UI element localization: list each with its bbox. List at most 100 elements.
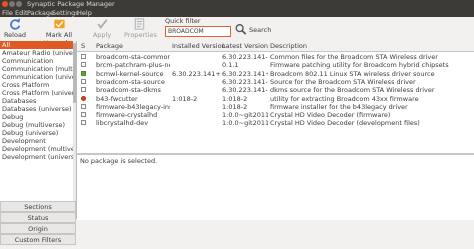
sidebar-item[interactable]: Communication <box>0 57 76 65</box>
latest-version: 1:018-2 <box>222 102 248 111</box>
package-description: Broadcom 802.11 Linux STA wireless drive… <box>270 69 435 78</box>
sections-button[interactable]: Sections <box>0 201 76 212</box>
column-header-installed[interactable]: Installed Version <box>172 41 226 51</box>
status-checkbox[interactable] <box>81 103 86 109</box>
status-checkbox[interactable] <box>81 120 86 126</box>
sidebar-item[interactable]: Development <box>0 137 76 145</box>
quick-filter-input[interactable]: BROADCOM <box>165 26 231 37</box>
package-description: Crystal HD Video Decoder (development fi… <box>270 119 420 128</box>
package-name: b43-fwcutter <box>96 94 138 103</box>
package-name: broadcom-sta-dkms <box>96 86 161 95</box>
table-header: S Package Installed Version Latest Versi… <box>77 41 474 52</box>
status-checkbox[interactable] <box>81 112 86 118</box>
sidebar-item[interactable]: Development (universe) <box>0 153 76 161</box>
status-checkbox[interactable] <box>81 70 86 76</box>
menu-edit[interactable]: Edit <box>15 9 28 17</box>
sidebar-item[interactable]: Debug (multiverse) <box>0 121 76 129</box>
table-row[interactable]: broadcom-sta-common 6.30.223.141-1 Common … <box>77 53 474 61</box>
properties-button[interactable]: Properties <box>124 18 157 39</box>
close-window-button[interactable] <box>2 1 8 7</box>
apply-button[interactable]: Apply <box>92 18 112 39</box>
column-header-description[interactable]: Description <box>270 41 307 51</box>
package-details-pane: No package is selected. <box>77 154 474 220</box>
package-table: S Package Installed Version Latest Versi… <box>77 41 474 153</box>
package-description: Common files for the Broadcom STA Wirele… <box>270 53 438 61</box>
package-description: Source for the Broadcom STA Wireless dri… <box>270 77 416 86</box>
table-row[interactable]: broadcom-sta-source 6.30.223.141-1 Source … <box>77 78 474 86</box>
sidebar-item[interactable]: Databases <box>0 97 76 105</box>
table-row[interactable]: brcm-patchram-plus-nexus7 0.1.1 Firmware p… <box>77 61 474 69</box>
menu-package[interactable]: Package <box>27 9 54 17</box>
status-checkbox[interactable] <box>81 87 86 93</box>
sidebar-item[interactable]: Debug <box>0 113 76 121</box>
mark-all-icon <box>53 19 65 29</box>
table-row[interactable]: b43-fwcutter 1:018-2 1:018-2 utility for ex… <box>77 95 474 103</box>
package-description: Crystal HD Video Decoder (firmware) <box>270 111 391 120</box>
minimize-window-button[interactable] <box>9 1 15 7</box>
custom-filters-button[interactable]: Custom Filters <box>0 234 76 245</box>
latest-version: 0.1.1 <box>222 61 239 70</box>
reload-icon <box>9 18 20 30</box>
package-name: broadcom-sta-source <box>96 77 165 86</box>
latest-version: 6.30.223.141-1 <box>222 53 268 61</box>
package-name: firmware-b43legacy-installer <box>96 102 170 111</box>
status-button[interactable]: Status <box>0 212 76 223</box>
package-name: bcmwl-kernel-source <box>96 69 164 78</box>
origin-button[interactable]: Origin <box>0 223 76 234</box>
search-icon <box>235 24 247 35</box>
apply-label: Apply <box>92 31 112 39</box>
sidebar-item[interactable]: Databases (universe) <box>0 105 76 113</box>
latest-version: 6.30.223.141+bdcom <box>222 69 268 78</box>
installed-version: 6.30.223.141+bdcom <box>172 69 220 78</box>
column-header-package[interactable]: Package <box>96 41 123 51</box>
properties-icon <box>134 18 144 30</box>
latest-version: 1:0.0~git20110715.fc <box>222 119 268 128</box>
status-checkbox[interactable] <box>81 95 86 101</box>
package-description: dkms source for the Broadcom STA Wireles… <box>270 86 435 95</box>
sidebar-item[interactable]: Debug (universe) <box>0 129 76 137</box>
sidebar-item[interactable]: Amateur Radio (universe) <box>0 49 76 57</box>
table-row[interactable]: libcrystalhd-dev 1:0.0~git20110715.fcCrys… <box>77 119 474 127</box>
properties-label: Properties <box>124 31 157 39</box>
status-checkbox[interactable] <box>81 62 86 68</box>
installed-version: 1:018-2 <box>172 94 198 103</box>
section-list: All Amateur Radio (universe) Communicati… <box>0 41 77 219</box>
search-label: Search <box>249 26 272 34</box>
details-text: No package is selected. <box>80 157 158 165</box>
sidebar-item[interactable]: Communication (multiverse) <box>0 65 76 73</box>
menu-help[interactable]: Help <box>77 9 92 17</box>
sidebar-item[interactable]: Cross Platform (universe) <box>0 89 76 97</box>
package-name: brcm-patchram-plus-nexus7 <box>96 61 170 70</box>
latest-version: 1:0.0~git20110715.fc <box>222 111 268 120</box>
latest-version: 6.30.223.141-1 <box>222 86 268 95</box>
sidebar-scroll-thumb[interactable] <box>73 43 76 103</box>
column-header-status[interactable]: S <box>81 41 85 51</box>
window-title: Synaptic Package Manager <box>27 0 115 8</box>
sidebar-scrollbar[interactable] <box>73 41 76 219</box>
status-checkbox[interactable] <box>81 54 86 59</box>
package-name: broadcom-sta-common <box>96 53 170 61</box>
latest-version: 1:018-2 <box>222 94 248 103</box>
sidebar-item-all[interactable]: All <box>0 41 76 49</box>
table-row[interactable]: bcmwl-kernel-source 6.30.223.141+bdcom6.3… <box>77 70 474 78</box>
maximize-window-button[interactable] <box>16 1 22 7</box>
latest-version: 6.30.223.141-1 <box>222 77 268 86</box>
package-name: firmware-crystalhd <box>96 111 158 120</box>
table-row[interactable]: firmware-crystalhd 1:0.0~git20110715.fcCr… <box>77 111 474 119</box>
package-description: firmware installer for the b43legacy dri… <box>270 102 408 111</box>
reload-button[interactable]: Reload <box>3 18 27 39</box>
sidebar-item[interactable]: Cross Platform <box>0 81 76 89</box>
menu-file[interactable]: File <box>2 9 13 17</box>
title-bar: Synaptic Package Manager <box>0 0 474 9</box>
package-description: Firmware patching utility for Broadcom h… <box>270 61 449 70</box>
table-row[interactable]: broadcom-sta-dkms 6.30.223.141-1 dkms sour… <box>77 86 474 94</box>
table-row[interactable]: firmware-b43legacy-installer 1:018-2 firmw… <box>77 103 474 111</box>
sidebar-item[interactable]: Development (multiverse) <box>0 145 76 153</box>
column-header-latest[interactable]: Latest Version <box>222 41 268 51</box>
apply-icon <box>97 19 107 29</box>
status-checkbox[interactable] <box>81 78 86 84</box>
menu-settings[interactable]: Settings <box>52 9 79 17</box>
package-name: libcrystalhd-dev <box>96 119 149 128</box>
package-description: utility for extracting Broadcom 43xx fir… <box>270 94 419 103</box>
sidebar-item[interactable]: Communication (universe) <box>0 73 76 81</box>
